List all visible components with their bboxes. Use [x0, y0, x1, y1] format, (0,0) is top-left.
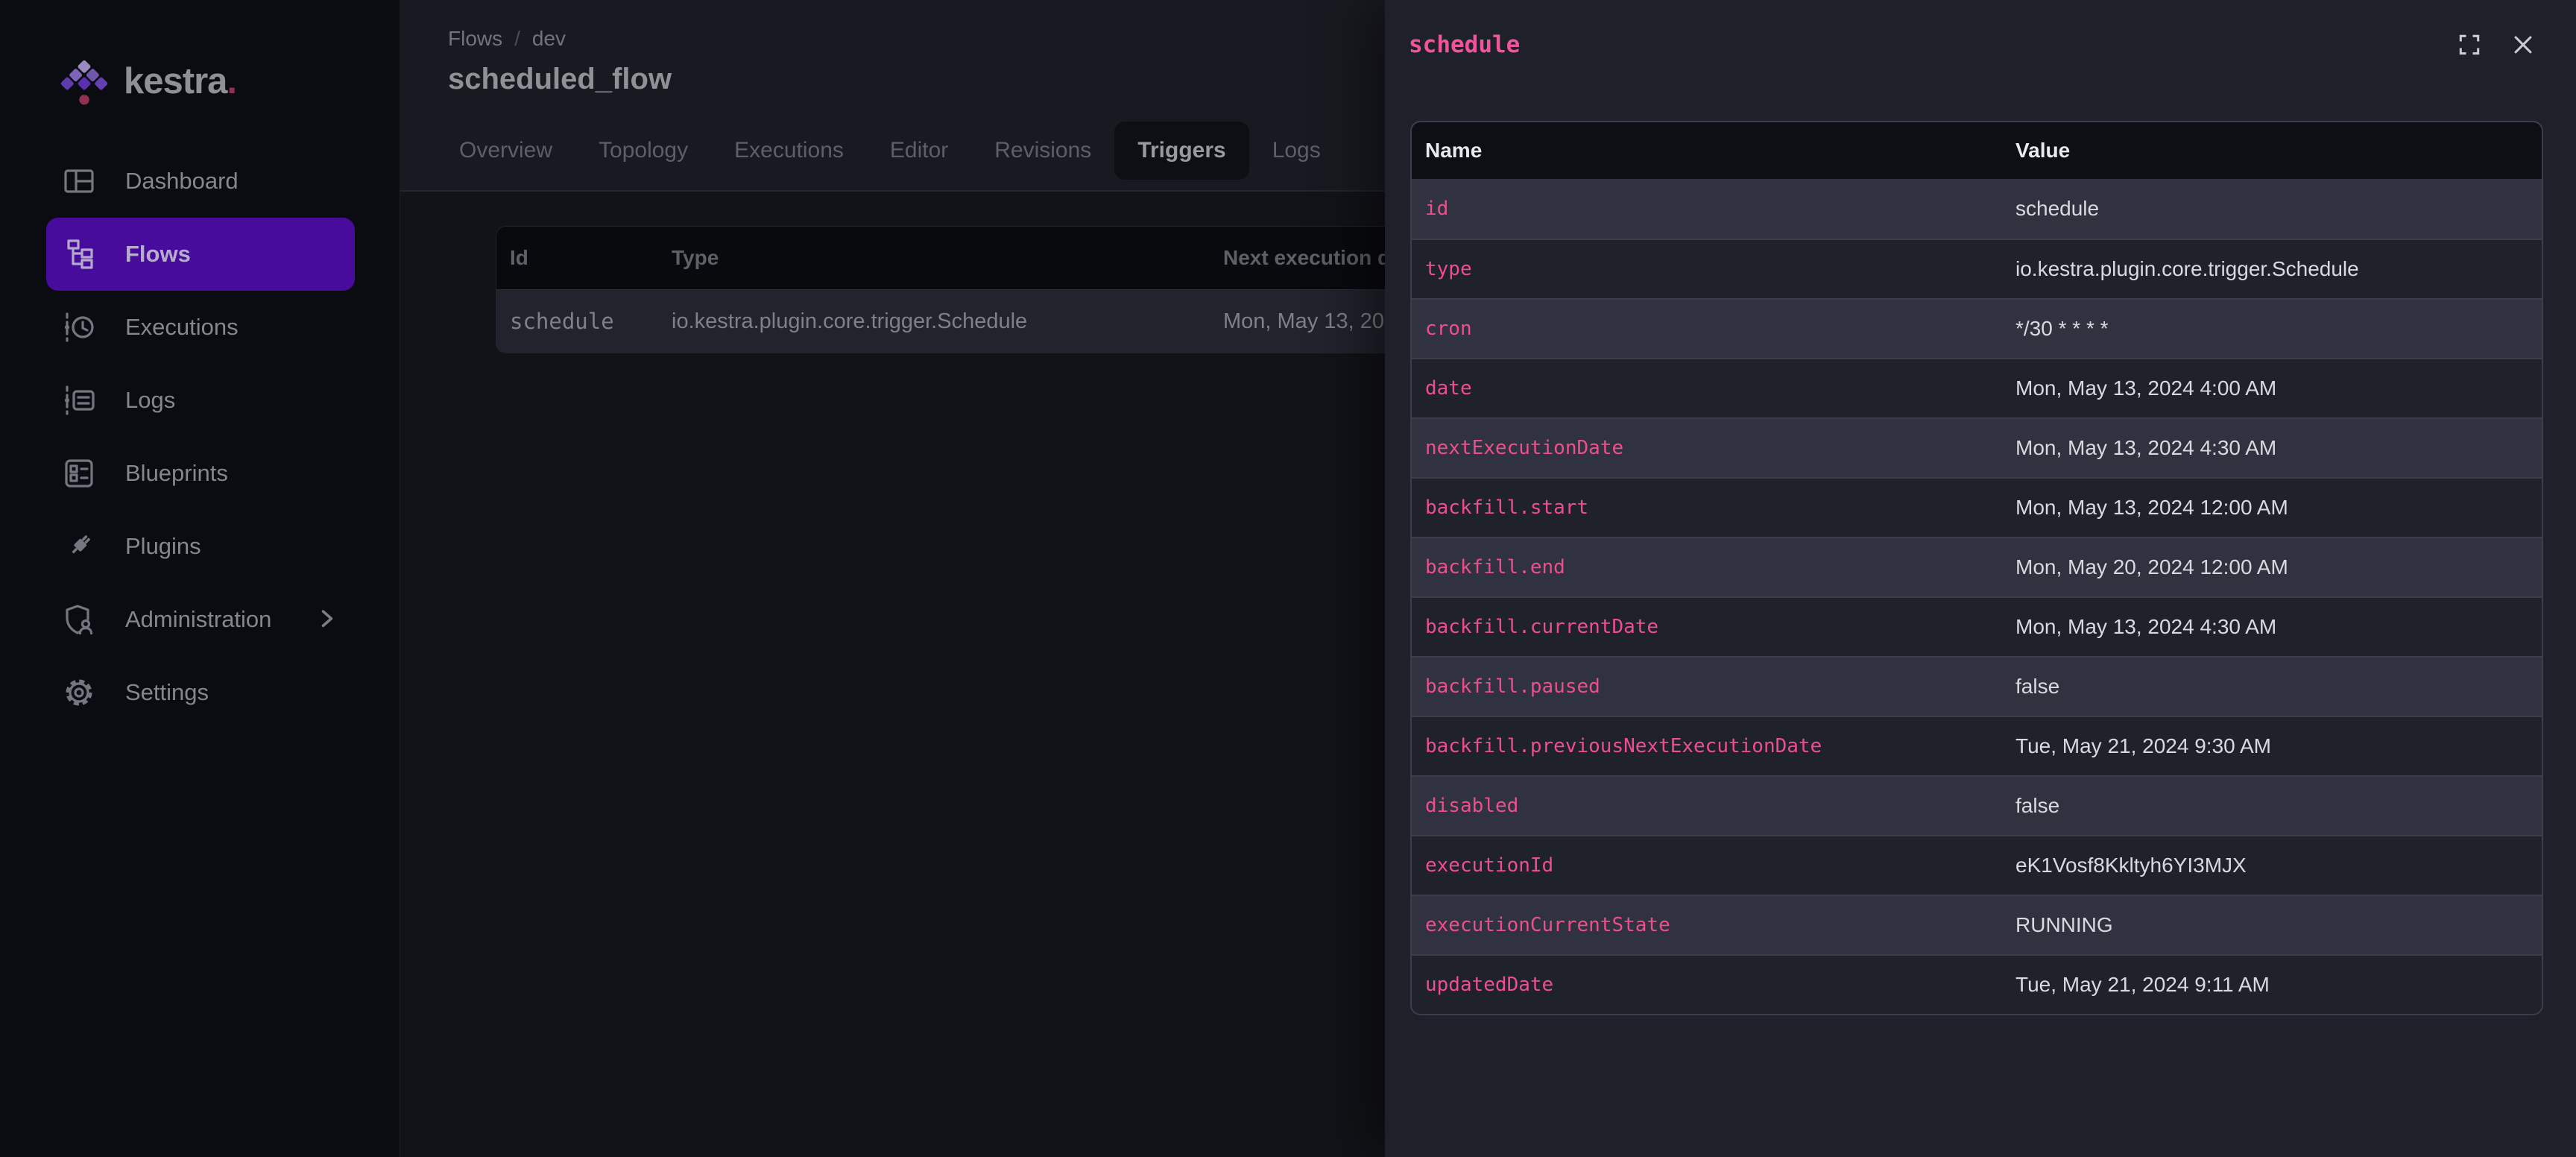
drawer-title: schedule: [1409, 31, 1520, 58]
property-value: false: [2002, 775, 2542, 835]
executions-icon: [62, 310, 96, 344]
trigger-detail-drawer: schedule Name Value: [1385, 0, 2576, 1157]
property-row: executionCurrentStateRUNNING: [1412, 895, 2542, 954]
property-value: Tue, May 21, 2024 9:30 AM: [2002, 716, 2542, 775]
property-row: typeio.kestra.plugin.core.trigger.Schedu…: [1412, 239, 2542, 298]
tab-revisions[interactable]: Revisions: [971, 122, 1114, 180]
property-row: disabledfalse: [1412, 775, 2542, 835]
property-value: io.kestra.plugin.core.trigger.Schedule: [2002, 239, 2542, 298]
property-row: updatedDateTue, May 21, 2024 9:11 AM: [1412, 954, 2542, 1014]
property-value: Mon, May 13, 2024 4:30 AM: [2002, 417, 2542, 477]
property-value: RUNNING: [2002, 895, 2542, 954]
triggers-column-header: Type: [672, 246, 1223, 270]
chevron-right-icon: [319, 608, 335, 631]
breadcrumb-item[interactable]: dev: [532, 27, 566, 51]
drawer-body: Name Value idscheduletypeio.kestra.plugi…: [1385, 89, 2576, 1015]
logs-icon: [62, 383, 96, 417]
triggers-column-header: Id: [496, 246, 672, 270]
property-name: backfill.currentDate: [1412, 596, 2002, 656]
sidebar-item-label: Administration: [125, 606, 271, 633]
drawer-actions: [2456, 31, 2536, 58]
property-name: disabled: [1412, 775, 2002, 835]
sidebar-item-label: Dashboard: [125, 168, 239, 195]
property-name: backfill.start: [1412, 477, 2002, 537]
sidebar-item-label: Plugins: [125, 533, 201, 560]
sidebar-item-plugins[interactable]: Plugins: [46, 510, 355, 583]
tab-topology[interactable]: Topology: [575, 122, 711, 180]
column-header-name: Name: [1412, 122, 2002, 179]
property-value: false: [2002, 656, 2542, 716]
property-value: */30 * * * *: [2002, 298, 2542, 358]
property-name: date: [1412, 358, 2002, 417]
close-icon[interactable]: [2510, 31, 2536, 58]
property-name: type: [1412, 239, 2002, 298]
property-value: Mon, May 13, 2024 12:00 AM: [2002, 477, 2542, 537]
fullscreen-icon[interactable]: [2456, 31, 2483, 58]
sidebar-item-label: Blueprints: [125, 460, 228, 487]
flows-icon: [62, 237, 96, 271]
property-name: cron: [1412, 298, 2002, 358]
sidebar-item-label: Logs: [125, 387, 175, 414]
property-name: nextExecutionDate: [1412, 417, 2002, 477]
tab-executions[interactable]: Executions: [711, 122, 867, 180]
tab-triggers[interactable]: Triggers: [1114, 122, 1248, 180]
property-row: nextExecutionDateMon, May 13, 2024 4:30 …: [1412, 417, 2542, 477]
brand-logo[interactable]: kestra.: [0, 0, 400, 106]
tab-editor[interactable]: Editor: [867, 122, 971, 180]
property-row: dateMon, May 13, 2024 4:00 AM: [1412, 358, 2542, 417]
blueprints-icon: [62, 456, 96, 491]
sidebar-item-executions[interactable]: Executions: [46, 291, 355, 364]
sidebar-item-label: Executions: [125, 314, 239, 341]
breadcrumb-item[interactable]: Flows: [448, 27, 502, 51]
sidebar-item-logs[interactable]: Logs: [46, 364, 355, 437]
drawer-header: schedule: [1385, 0, 2576, 89]
dashboard-icon: [62, 164, 96, 198]
tab-overview[interactable]: Overview: [436, 122, 575, 180]
property-row: executionIdeK1Vosf8Kkltyh6YI3MJX: [1412, 835, 2542, 895]
property-value: Tue, May 21, 2024 9:11 AM: [2002, 954, 2542, 1014]
property-value: schedule: [2002, 179, 2542, 239]
property-row: backfill.endMon, May 20, 2024 12:00 AM: [1412, 537, 2542, 596]
property-name: executionId: [1412, 835, 2002, 895]
tab-logs[interactable]: Logs: [1249, 122, 1344, 180]
breadcrumb-separator: /: [514, 27, 520, 51]
settings-icon: [62, 675, 96, 710]
sidebar-item-administration[interactable]: Administration: [46, 583, 355, 656]
plugins-icon: [62, 529, 96, 564]
property-name: backfill.paused: [1412, 656, 2002, 716]
property-name: backfill.end: [1412, 537, 2002, 596]
property-name: backfill.previousNextExecutionDate: [1412, 716, 2002, 775]
sidebar-nav: Dashboard Flows Executions Logs Blueprints Pl…: [0, 145, 400, 729]
sidebar-item-label: Flows: [125, 241, 191, 268]
property-row: backfill.previousNextExecutionDateTue, M…: [1412, 716, 2542, 775]
property-row: cron*/30 * * * *: [1412, 298, 2542, 358]
property-name: id: [1412, 179, 2002, 239]
administration-icon: [62, 602, 96, 637]
sidebar-item-flows[interactable]: Flows: [46, 218, 355, 291]
sidebar-item-dashboard[interactable]: Dashboard: [46, 145, 355, 218]
sidebar-item-label: Settings: [125, 679, 209, 706]
property-name: executionCurrentState: [1412, 895, 2002, 954]
property-value: eK1Vosf8Kkltyh6YI3MJX: [2002, 835, 2542, 895]
property-row: backfill.pausedfalse: [1412, 656, 2542, 716]
brand-name: kestra.: [124, 60, 236, 102]
property-row: backfill.currentDateMon, May 13, 2024 4:…: [1412, 596, 2542, 656]
sidebar-item-settings[interactable]: Settings: [46, 656, 355, 729]
property-value: Mon, May 13, 2024 4:00 AM: [2002, 358, 2542, 417]
property-row: idschedule: [1412, 179, 2542, 239]
trigger-type: io.kestra.plugin.core.trigger.Schedule: [672, 309, 1223, 334]
sidebar-item-blueprints[interactable]: Blueprints: [46, 437, 355, 510]
sidebar: kestra. Dashboard Flows Executions Logs Blue…: [0, 0, 400, 1157]
trigger-id-link[interactable]: schedule: [496, 309, 672, 334]
column-header-value: Value: [2002, 122, 2542, 179]
trigger-properties-table: Name Value idscheduletypeio.kestra.plugi…: [1410, 121, 2543, 1015]
kestra-logo-icon: [61, 57, 107, 106]
property-row: backfill.startMon, May 13, 2024 12:00 AM: [1412, 477, 2542, 537]
property-value: Mon, May 13, 2024 4:30 AM: [2002, 596, 2542, 656]
property-value: Mon, May 20, 2024 12:00 AM: [2002, 537, 2542, 596]
property-name: updatedDate: [1412, 954, 2002, 1014]
brand-dot: .: [227, 61, 236, 101]
